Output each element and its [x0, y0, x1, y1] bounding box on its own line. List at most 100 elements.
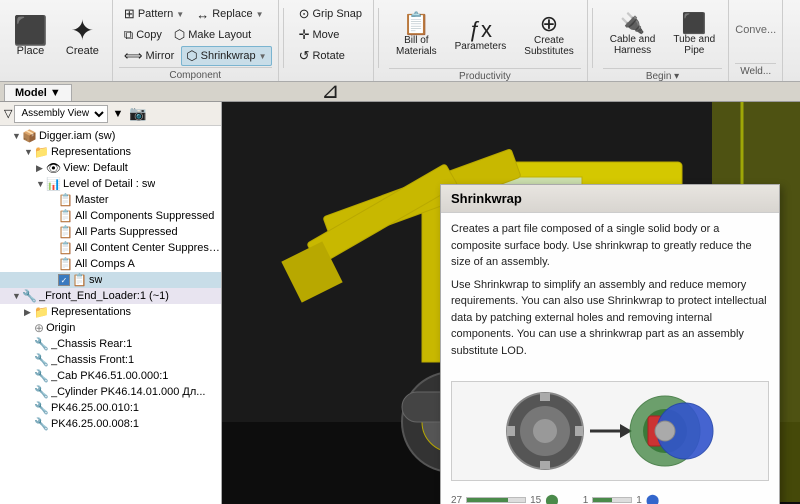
tooltip-header: Shrinkwrap	[441, 185, 779, 213]
progress-icon: ⬤	[545, 493, 558, 504]
divider-3	[592, 8, 593, 68]
ribbon: ⬛ Place ✦ Create ⊞ Pattern ▼ ↔ Replace ▼	[0, 0, 800, 82]
move-button[interactable]: ✛ Move	[294, 25, 345, 45]
rotate-button[interactable]: ↺ Rotate	[294, 46, 350, 66]
tab-model[interactable]: Model ▼	[4, 84, 72, 101]
camera-icon: 📷	[129, 105, 146, 122]
begin-section-label: Begin ▾	[603, 68, 722, 82]
convert-section-label: Weld...	[735, 63, 776, 77]
view-dropdown-icon[interactable]: ▼	[112, 108, 123, 120]
tree-expand-repr1[interactable]: ▼	[24, 147, 34, 157]
tree-item-origin[interactable]: ▶ ⊕ Origin	[0, 320, 221, 336]
tree-item-cab[interactable]: ▶ 🔧 _Cab PK46.51.00.000:1	[0, 368, 221, 384]
tab-bar: Model ▼	[0, 82, 800, 102]
tree-item-sw[interactable]: ▶ ✓ 📋 sw	[0, 272, 221, 288]
panel-toolbar: ▽ Assembly View ▼ 📷	[0, 102, 221, 126]
ribbon-component-group: ⊞ Pattern ▼ ↔ Replace ▼ ⧉ Copy ⬡ Make La…	[119, 4, 272, 67]
replace-dropdown-arrow: ▼	[256, 10, 264, 19]
progress-right: 1	[583, 495, 589, 504]
tree-icon-cylinder: 🔧	[34, 385, 49, 399]
make-layout-button[interactable]: ⬡ Make Layout	[169, 25, 256, 45]
tree-text-cab: _Cab PK46.51.00.000:1	[51, 370, 168, 382]
ribbon-row-1: ⊞ Pattern ▼ ↔ Replace ▼	[119, 4, 269, 24]
tree-text-lod: Level of Detail : sw	[63, 178, 155, 190]
replace-button[interactable]: ↔ Replace ▼	[191, 5, 268, 24]
place-button[interactable]: ⬛ Place	[6, 4, 55, 70]
divider-2	[378, 8, 379, 68]
make-layout-icon: ⬡	[174, 27, 185, 43]
pattern-dropdown-arrow: ▼	[176, 10, 184, 19]
view-select[interactable]: Assembly View	[14, 105, 108, 123]
tree-item-chassis-rear[interactable]: ▶ 🔧 _Chassis Rear:1	[0, 336, 221, 352]
progress-fill-left	[467, 498, 508, 502]
pattern-button[interactable]: ⊞ Pattern ▼	[119, 4, 189, 24]
tree-item-repr1[interactable]: ▼ 📁 Representations	[0, 144, 221, 160]
tree-item-chassis-front[interactable]: ▶ 🔧 _Chassis Front:1	[0, 352, 221, 368]
tree-area: ▼ 📦 Digger.iam (sw) ▼ 📁 Representations …	[0, 126, 221, 504]
progress-fill-right	[593, 498, 612, 502]
tree-icon-all-comp-sup: 📋	[58, 209, 73, 223]
tree-item-view-default[interactable]: ▶ 👁 View: Default	[0, 160, 221, 176]
tree-item-all-parts-sup[interactable]: ▶ 📋 All Parts Suppressed	[0, 224, 221, 240]
progress-icon2: ⬤	[646, 493, 659, 504]
tree-item-all-comp-sup[interactable]: ▶ 📋 All Components Suppressed	[0, 208, 221, 224]
tree-item-master[interactable]: ▶ 📋 Master	[0, 192, 221, 208]
tree-text-root: Digger.iam (sw)	[39, 130, 115, 142]
tree-text-front-end: _Front_End_Loader:1 (~1)	[39, 290, 169, 302]
tree-icon-pk1: 🔧	[34, 401, 49, 415]
shrinkwrap-button[interactable]: ⬡ Shrinkwrap ▼	[181, 46, 271, 66]
tree-icon-cab: 🔧	[34, 369, 49, 383]
ribbon-component-section: ⊞ Pattern ▼ ↔ Replace ▼ ⧉ Copy ⬡ Make La…	[113, 0, 279, 81]
tree-item-all-comps-a[interactable]: ▶ 📋 All Comps A	[0, 256, 221, 272]
tree-text-sw: sw	[89, 274, 102, 286]
create-icon: ✦	[71, 17, 94, 45]
move-icon: ✛	[299, 27, 310, 43]
tree-item-pk2[interactable]: ▶ 🔧 PK46.25.00.008:1	[0, 416, 221, 432]
tree-item-pk1[interactable]: ▶ 🔧 PK46.25.00.010:1	[0, 400, 221, 416]
tree-icon-origin: ⊕	[34, 321, 44, 335]
create-substitutes-label: Create Substitutes	[524, 35, 573, 57]
tooltip-svg	[500, 386, 720, 476]
pattern-icon: ⊞	[124, 6, 135, 22]
tree-text-view-default: View: Default	[63, 162, 128, 174]
tree-expand-repr2[interactable]: ▶	[24, 307, 34, 318]
tree-icon-root: 📦	[22, 129, 37, 143]
tree-expand-root[interactable]: ▼	[12, 131, 22, 141]
ribbon-position-section: ⊙ Grip Snap ✛ Move ↺ Rotate ⊿ Constra	[288, 0, 374, 81]
tooltip-progress: 27 15 ⬤ 1 1 ⬤	[441, 489, 779, 504]
tree-item-lod[interactable]: ▼ 📊 Level of Detail : sw	[0, 176, 221, 192]
tree-icon-lod: 📊	[46, 177, 61, 191]
grip-snap-button[interactable]: ⊙ Grip Snap	[294, 4, 367, 24]
tree-icon-view-default: 👁	[46, 161, 61, 175]
cable-harness-button[interactable]: 🔌 Cable and Harness	[603, 4, 663, 66]
tree-item-cylinder[interactable]: ▶ 🔧 _Cylinder PK46.14.01.000 Дл...	[0, 384, 221, 400]
shrinkwrap-tooltip: Shrinkwrap Creates a part file composed …	[440, 184, 780, 504]
tree-icon-all-parts-sup: 📋	[58, 225, 73, 239]
copy-icon: ⧉	[124, 27, 133, 43]
copy-button[interactable]: ⧉ Copy	[119, 25, 167, 45]
tooltip-paragraph1: Creates a part file composed of a single…	[451, 221, 769, 271]
tree-item-root[interactable]: ▼ 📦 Digger.iam (sw)	[0, 128, 221, 144]
tree-expand-front-end[interactable]: ▼	[12, 291, 22, 301]
tree-icon-sw: 📋	[72, 273, 87, 287]
tree-icon-chassis-front: 🔧	[34, 353, 49, 367]
tube-pipe-button[interactable]: ⬛ Tube and Pipe	[666, 4, 722, 66]
tooltip-image	[451, 381, 769, 481]
tree-icon-pk2: 🔧	[34, 417, 49, 431]
create-substitutes-button[interactable]: ⊕ Create Substitutes	[517, 4, 580, 66]
tree-icon-front-end: 🔧	[22, 289, 37, 303]
bill-of-materials-button[interactable]: 📋 Bill of Materials	[389, 4, 444, 66]
tree-item-front-end[interactable]: ▼ 🔧 _Front_End_Loader:1 (~1)	[0, 288, 221, 304]
sw-checkbox[interactable]: ✓	[58, 274, 70, 286]
tree-item-all-content[interactable]: ▶ 📋 All Content Center Suppresse...	[0, 240, 221, 256]
tree-expand-view-default[interactable]: ▶	[36, 163, 46, 174]
ribbon-begin-section: 🔌 Cable and Harness ⬛ Tube and Pipe Begi…	[597, 0, 729, 81]
tree-expand-lod[interactable]: ▼	[36, 179, 46, 189]
create-button[interactable]: ✦ Create	[59, 4, 106, 70]
tree-item-repr2[interactable]: ▶ 📁 Representations	[0, 304, 221, 320]
mirror-button[interactable]: ⟺ Mirror	[119, 46, 179, 66]
grip-snap-icon: ⊙	[299, 6, 310, 22]
tree-icon-master: 📋	[58, 193, 73, 207]
parameters-button[interactable]: ƒx Parameters	[448, 4, 514, 66]
shrinkwrap-icon: ⬡	[186, 48, 197, 64]
